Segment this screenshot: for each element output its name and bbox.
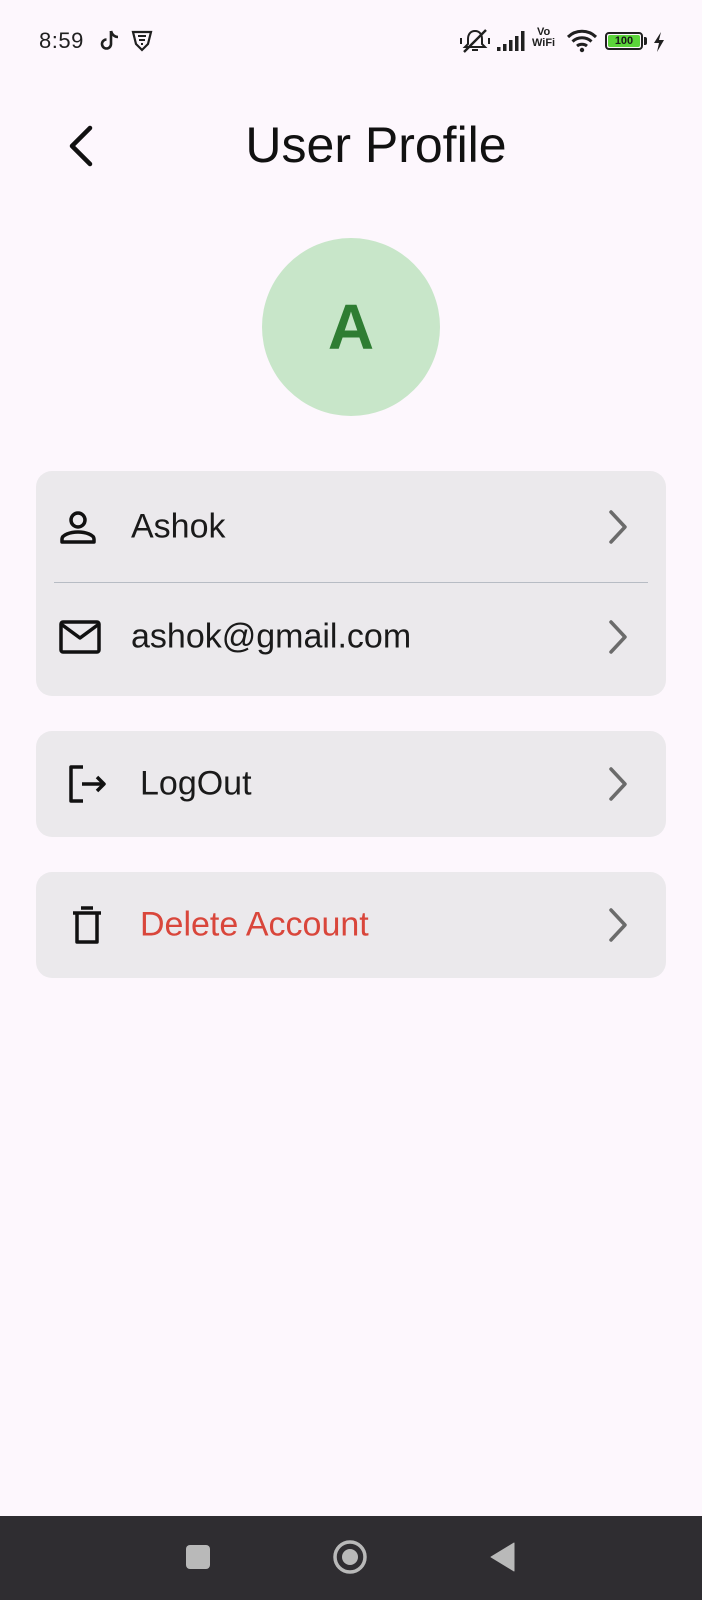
avatar: A xyxy=(262,238,440,416)
logout-icon xyxy=(68,764,108,804)
battery-icon: 100 xyxy=(605,32,643,50)
wifi-icon xyxy=(566,28,598,54)
signal-icon xyxy=(496,28,528,54)
status-bar: 8:59 Vo WiFi 100 xyxy=(0,0,702,84)
user-name: Ashok xyxy=(131,507,226,545)
charging-icon xyxy=(652,31,666,57)
trash-icon xyxy=(72,905,102,945)
vowifi-label: Vo WiFi xyxy=(532,27,555,49)
name-row[interactable]: Ashok xyxy=(36,471,666,582)
battery-nub xyxy=(644,37,647,45)
vpn-shield-icon xyxy=(131,28,153,54)
avatar-initial: A xyxy=(327,291,375,363)
logout-row[interactable]: LogOut xyxy=(36,731,666,837)
home-circle-icon[interactable] xyxy=(330,1540,370,1574)
chevron-right-icon xyxy=(604,617,632,657)
mute-icon xyxy=(460,28,490,54)
delete-account-card[interactable]: Delete Account xyxy=(36,872,666,978)
back-triangle-icon[interactable] xyxy=(488,1540,518,1574)
tiktok-icon xyxy=(98,28,122,54)
page-title: User Profile xyxy=(245,117,507,173)
battery-level: 100 xyxy=(608,35,640,47)
vowifi-bottom: WiFi xyxy=(532,37,556,49)
status-time: 8:59 xyxy=(39,28,84,53)
logout-card[interactable]: LogOut xyxy=(36,731,666,837)
delete-account-label: Delete Account xyxy=(140,905,369,944)
navigation-bar xyxy=(0,1516,702,1600)
profile-card: Ashok ashok@gmail.com xyxy=(36,471,666,696)
person-icon xyxy=(58,507,98,547)
chevron-right-icon xyxy=(604,764,632,804)
delete-account-row[interactable]: Delete Account xyxy=(36,872,666,978)
chevron-right-icon xyxy=(604,507,632,547)
recents-square-icon[interactable] xyxy=(183,1540,213,1574)
chevron-right-icon xyxy=(604,905,632,945)
email-row[interactable]: ashok@gmail.com xyxy=(36,583,666,691)
logout-label: LogOut xyxy=(140,764,252,803)
mail-icon xyxy=(58,619,102,655)
user-email: ashok@gmail.com xyxy=(131,617,412,656)
